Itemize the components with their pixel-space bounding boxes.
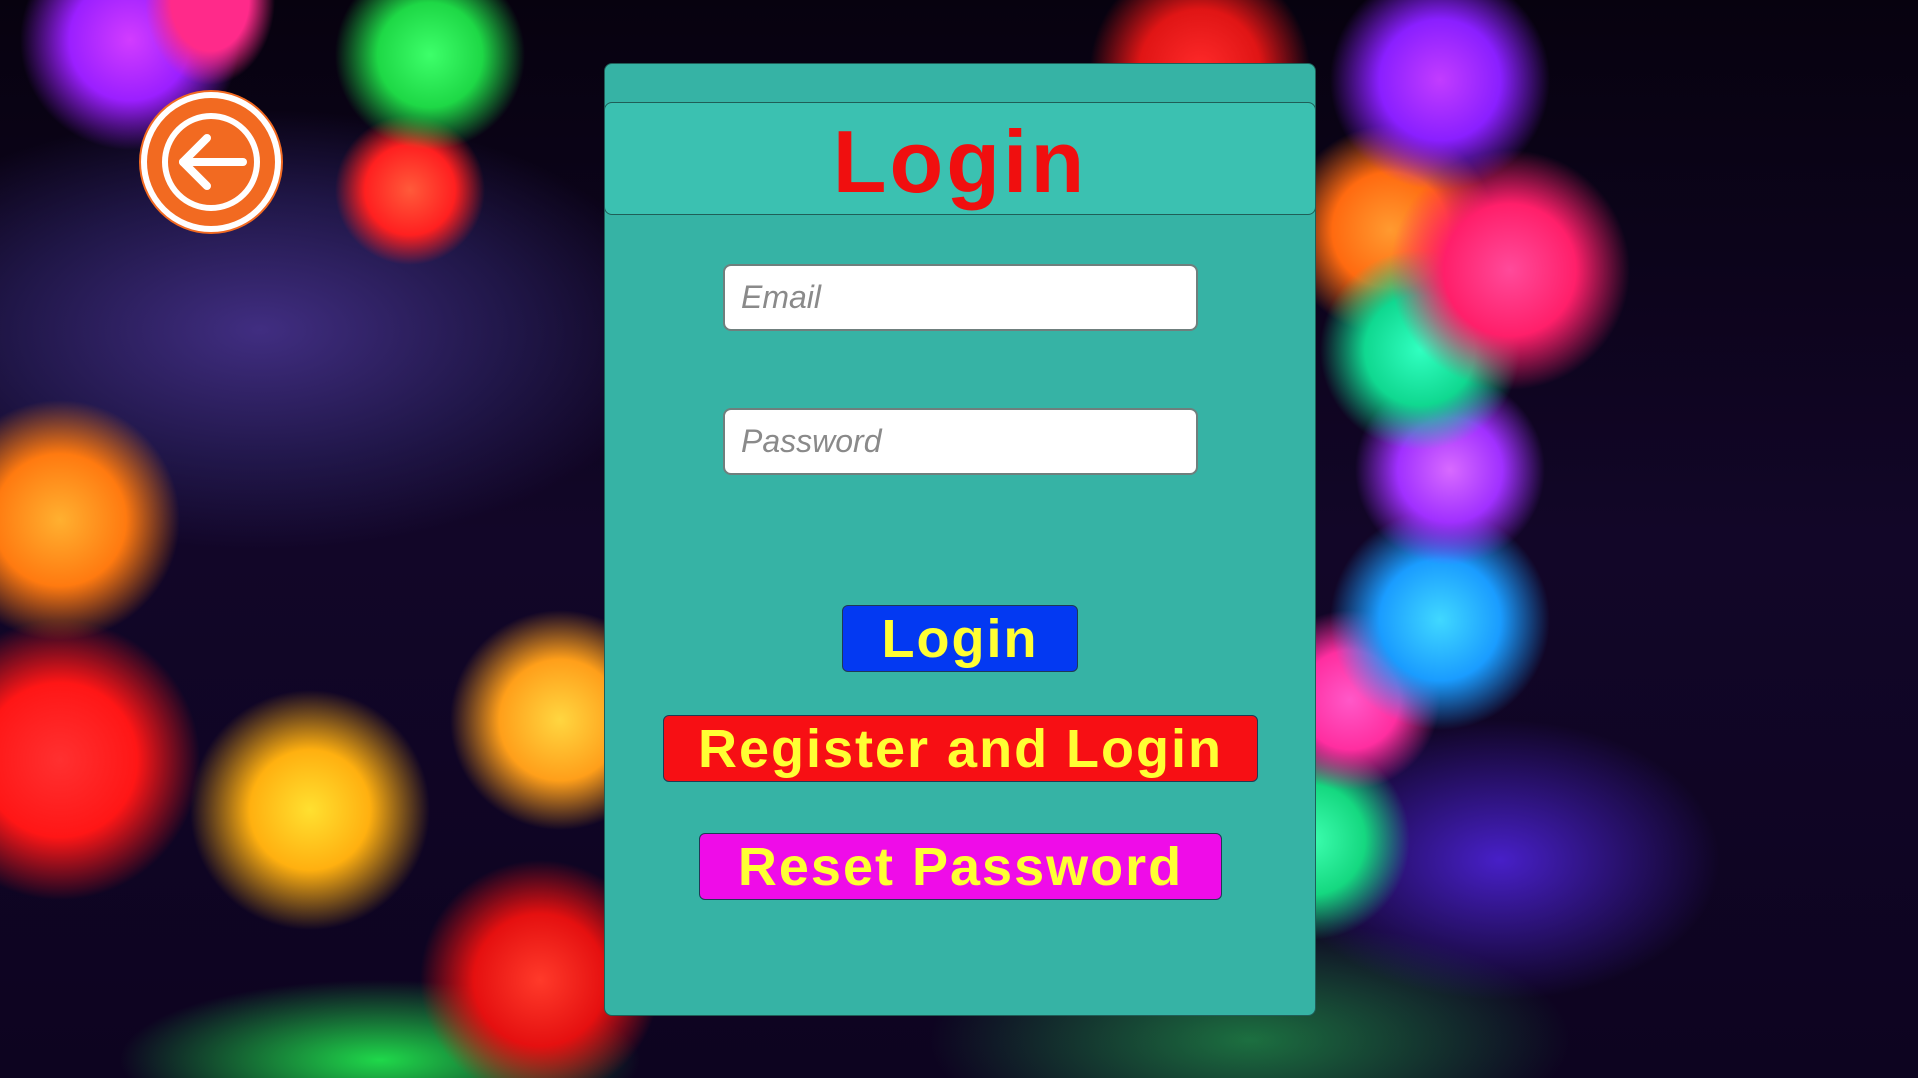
login-button[interactable]: Login [842,605,1078,672]
login-panel: Login Login Register and Login Reset Pas… [604,63,1316,1016]
back-button[interactable] [141,92,281,232]
background-scene: Login Login Register and Login Reset Pas… [0,0,1918,1078]
page-title: Login [832,111,1088,211]
arrow-left-icon [162,113,260,211]
register-and-login-button[interactable]: Register and Login [663,715,1258,782]
login-panel-header: Login [604,102,1316,215]
password-field[interactable] [723,408,1198,475]
email-field[interactable] [723,264,1198,331]
reset-password-button[interactable]: Reset Password [699,833,1222,900]
